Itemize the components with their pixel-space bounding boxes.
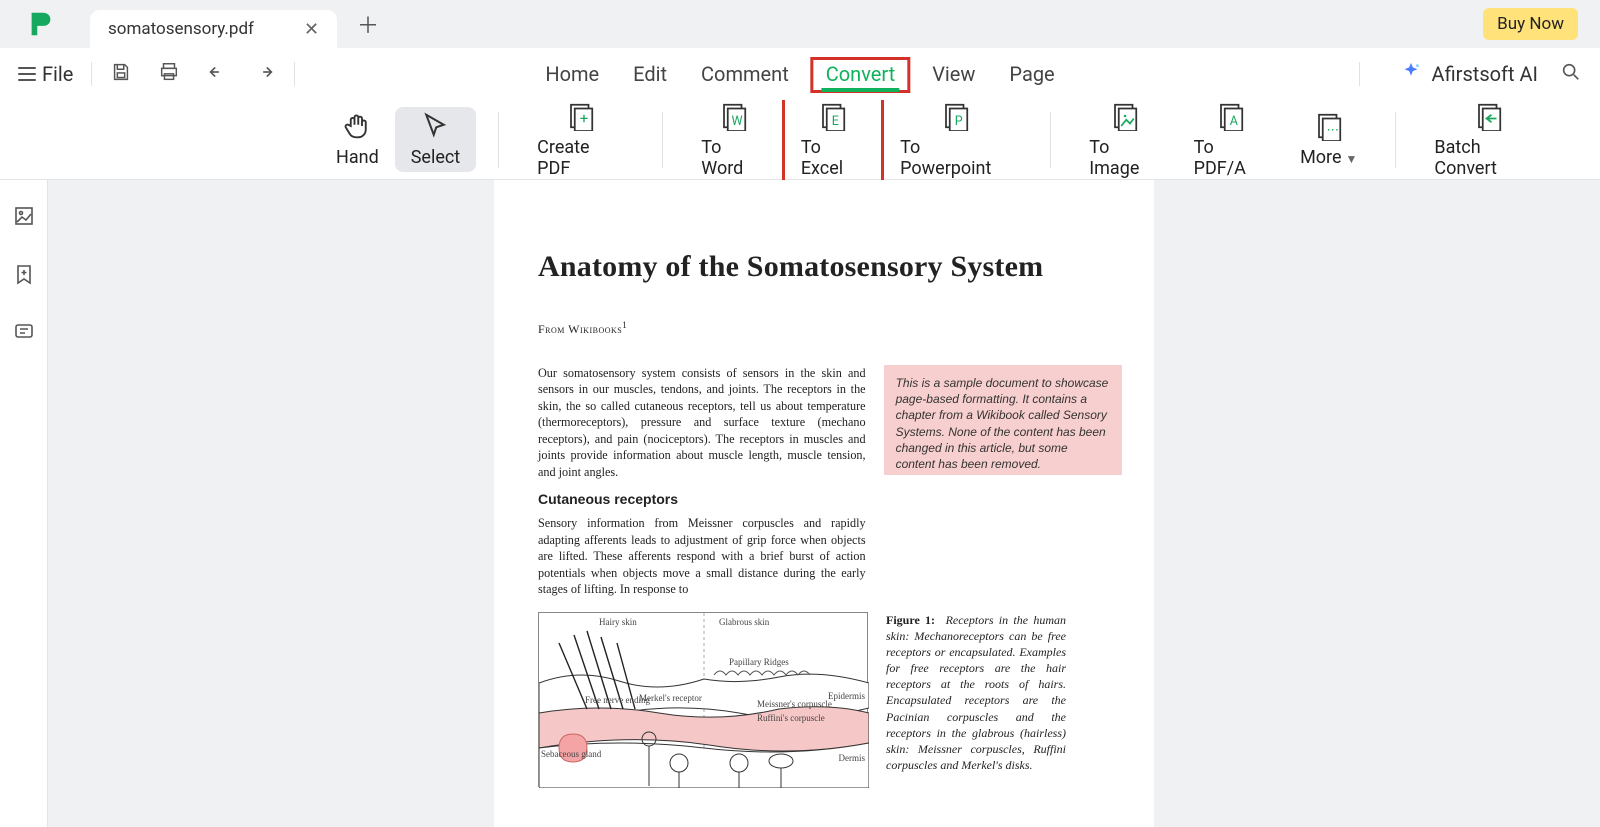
divider — [662, 112, 663, 168]
divider — [498, 112, 499, 168]
tool-to-word[interactable]: W To Word — [685, 97, 782, 183]
divider — [1395, 112, 1396, 168]
tool-to-powerpoint[interactable]: P To Powerpoint — [884, 97, 1028, 183]
tool-select-label: Select — [411, 147, 460, 168]
menu-edit[interactable]: Edit — [633, 62, 667, 86]
fig-label-dermis: Dermis — [839, 753, 866, 763]
hamburger-icon — [18, 67, 36, 81]
svg-text:E: E — [832, 113, 839, 128]
tool-select[interactable]: Select — [395, 107, 476, 172]
tool-to-image-label: To Image — [1089, 137, 1161, 179]
svg-text:P: P — [955, 113, 963, 128]
menu-bar: File Home Edit Comment Convert View Page — [0, 48, 1600, 100]
divider — [1359, 62, 1360, 86]
chevron-down-icon: ▼ — [1346, 152, 1358, 166]
tool-to-pdfa[interactable]: A To PDF/A — [1178, 97, 1284, 183]
note-box: This is a sample document to showcase pa… — [884, 365, 1122, 475]
ribbon-toolbar: Hand Select + Create PDF W To Word E To … — [0, 100, 1600, 180]
fig-label-merkels: Merkel's receptor — [639, 693, 702, 703]
tool-more-label: More▼ — [1300, 147, 1357, 168]
right-menu: Afirstsoft AI — [1341, 61, 1582, 88]
fig-label-ruffini: Ruffini's corpuscle — [757, 713, 825, 723]
fig-label-papillary: Papillary Ridges — [729, 657, 789, 667]
fig-label-hairy: Hairy skin — [599, 617, 637, 627]
tool-hand[interactable]: Hand — [320, 107, 395, 172]
menu-home[interactable]: Home — [545, 62, 599, 86]
main-menu: Home Edit Comment Convert View Page — [545, 61, 1054, 87]
byline-text: From Wikibooks — [538, 322, 622, 336]
ai-button[interactable]: Afirstsoft AI — [1400, 61, 1538, 88]
paragraph-2: Sensory information from Meissner corpus… — [538, 515, 866, 597]
tool-to-image[interactable]: To Image — [1073, 97, 1177, 183]
to-excel-highlight: E To Excel — [782, 94, 884, 186]
tool-create-pdf-label: Create PDF — [537, 137, 624, 179]
fig-label-epidermis: Epidermis — [828, 691, 865, 701]
svg-text:+: + — [579, 109, 588, 127]
main-column: Our somatosensory system consists of sen… — [538, 365, 866, 608]
paragraph-1: Our somatosensory system consists of sen… — [538, 365, 866, 480]
tool-hand-label: Hand — [336, 147, 379, 168]
thumbnails-icon[interactable] — [12, 204, 36, 232]
menu-comment[interactable]: Comment — [701, 62, 789, 86]
app-logo-icon — [26, 9, 56, 39]
menu-convert-highlight: Convert — [811, 57, 910, 93]
tool-to-pdfa-label: To PDF/A — [1194, 137, 1268, 179]
document-tab-title: somatosensory.pdf — [108, 19, 254, 39]
new-tab-button[interactable]: ＋ — [357, 8, 379, 40]
tool-to-word-label: To Word — [701, 137, 766, 179]
tool-to-excel[interactable]: E To Excel — [793, 101, 873, 179]
figure-caption-lead: Figure 1: — [886, 613, 935, 627]
document-title: Anatomy of the Somatosensory System — [538, 250, 1122, 284]
tool-to-powerpoint-label: To Powerpoint — [900, 137, 1012, 179]
figure-caption-text: Receptors in the human skin: Mechanorece… — [886, 613, 1066, 773]
search-icon[interactable] — [1560, 61, 1582, 88]
comments-icon[interactable] — [12, 320, 36, 348]
document-canvas[interactable]: Anatomy of the Somatosensory System From… — [48, 180, 1600, 827]
menu-view[interactable]: View — [932, 62, 975, 86]
left-sidebar — [0, 180, 48, 827]
svg-text:A: A — [1230, 113, 1238, 128]
file-menu-button[interactable]: File — [18, 62, 73, 86]
pdf-page: Anatomy of the Somatosensory System From… — [494, 180, 1154, 827]
sparkle-icon — [1400, 61, 1422, 88]
fig-label-glabrous: Glabrous skin — [719, 617, 769, 627]
save-icon[interactable] — [110, 61, 132, 87]
document-tab[interactable]: somatosensory.pdf ✕ — [90, 10, 337, 48]
title-bar: somatosensory.pdf ✕ ＋ Buy Now — [0, 0, 1600, 48]
file-menu-label: File — [42, 62, 73, 86]
menu-page[interactable]: Page — [1009, 62, 1054, 86]
svg-text:W: W — [731, 113, 742, 128]
figure-caption: Figure 1: Receptors in the human skin: M… — [886, 612, 1066, 787]
ai-label: Afirstsoft AI — [1432, 62, 1538, 86]
tool-create-pdf[interactable]: + Create PDF — [521, 97, 640, 183]
divider — [294, 62, 295, 86]
divider — [1050, 112, 1051, 168]
document-byline: From Wikibooks1 — [538, 320, 1122, 337]
fig-label-sebaceous: Sebaceous gland — [541, 749, 601, 759]
buy-now-button[interactable]: Buy Now — [1483, 8, 1578, 40]
tool-more[interactable]: ⋯ More▼ — [1284, 107, 1373, 172]
print-icon[interactable] — [158, 61, 180, 87]
bookmark-add-icon[interactable] — [12, 262, 36, 290]
fig-label-meissner: Meissner's corpuscle — [757, 699, 832, 709]
tool-batch-convert-label: Batch Convert — [1434, 137, 1544, 179]
byline-footnote: 1 — [622, 320, 627, 330]
tool-to-excel-label: To Excel — [801, 137, 865, 179]
tool-batch-convert[interactable]: Batch Convert — [1418, 97, 1560, 183]
subheading: Cutaneous receptors — [538, 490, 866, 509]
quick-actions — [110, 61, 276, 87]
figure-diagram: Hairy skin Glabrous skin Epidermis Dermi… — [538, 612, 868, 787]
redo-icon[interactable] — [254, 61, 276, 87]
workspace: Anatomy of the Somatosensory System From… — [0, 180, 1600, 827]
svg-text:⋯: ⋯ — [1326, 123, 1339, 138]
undo-icon[interactable] — [206, 61, 228, 87]
close-tab-icon[interactable]: ✕ — [304, 19, 319, 40]
divider — [91, 62, 92, 86]
menu-convert[interactable]: Convert — [826, 62, 895, 86]
